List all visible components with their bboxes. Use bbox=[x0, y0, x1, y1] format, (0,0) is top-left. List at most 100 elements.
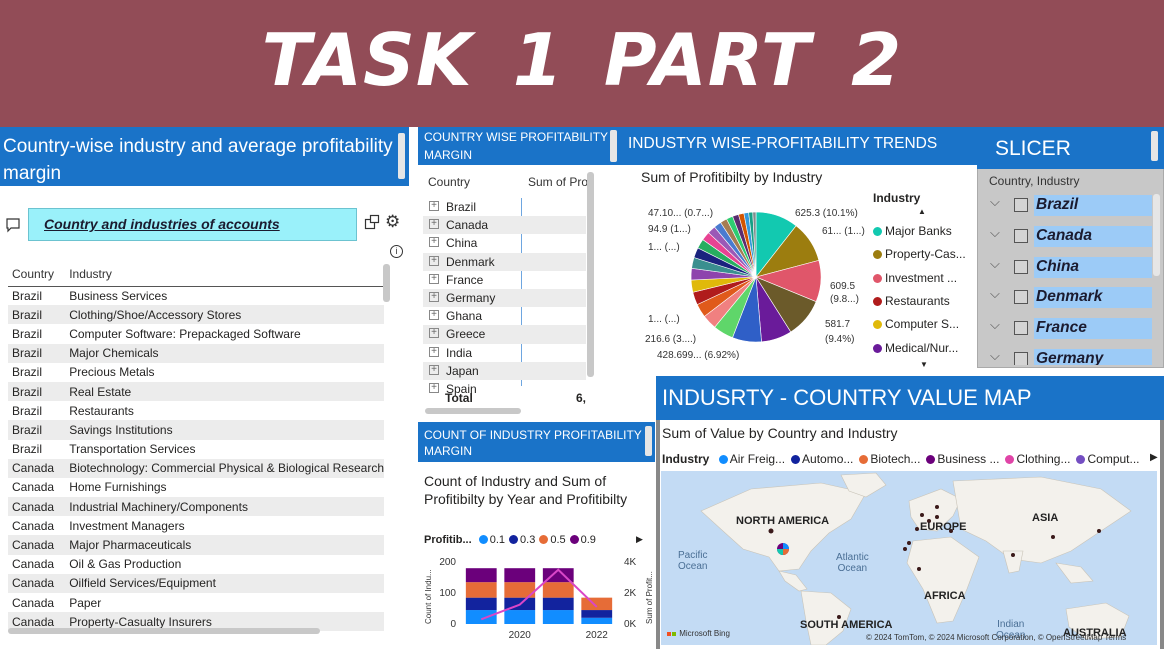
map-resize-edge-left[interactable] bbox=[656, 420, 660, 649]
pie-legend-item[interactable]: Major Banks bbox=[873, 224, 973, 238]
pie-legend-item[interactable]: Investment ... bbox=[873, 271, 973, 285]
matrix-vertical-scrollbar[interactable] bbox=[587, 172, 594, 377]
bar-segment[interactable] bbox=[465, 582, 497, 598]
column-header-country[interactable]: Country bbox=[8, 262, 66, 287]
slicer-checkbox[interactable] bbox=[1014, 321, 1028, 336]
table-row[interactable]: Canada Home Furnishings bbox=[8, 478, 384, 497]
matrix-row[interactable]: + Ghana bbox=[423, 307, 586, 325]
expand-icon[interactable]: + bbox=[429, 364, 439, 375]
bar-segment[interactable] bbox=[542, 610, 574, 624]
combo-legend-item[interactable]: 0.9 bbox=[566, 534, 596, 546]
world-map[interactable]: NORTH AMERICA EUROPE ASIA AFRICA SOUTH A… bbox=[661, 471, 1157, 645]
pie-legend-item[interactable]: Restaurants bbox=[873, 294, 973, 308]
pie-legend-item[interactable]: Medical/Nur... bbox=[873, 341, 973, 355]
bar-segment[interactable] bbox=[542, 597, 574, 611]
comment-icon[interactable] bbox=[5, 217, 21, 233]
combo-header-scrollbar[interactable] bbox=[645, 426, 652, 456]
expand-icon[interactable]: + bbox=[429, 310, 439, 321]
matrix-row[interactable]: + Japan bbox=[423, 361, 586, 380]
legend-next-arrow-icon[interactable]: ▶ bbox=[636, 534, 643, 545]
matrix-row[interactable]: + Denmark bbox=[423, 252, 586, 271]
slicer-item-germany[interactable]: ⌵ Germany bbox=[982, 346, 1154, 365]
slicer-checkbox[interactable] bbox=[1014, 198, 1028, 212]
slicer-header-scrollbar[interactable] bbox=[1151, 131, 1158, 161]
legend-up-arrow-icon[interactable]: ▲ bbox=[918, 207, 926, 216]
slicer-checkbox[interactable] bbox=[1014, 228, 1028, 243]
matrix-row[interactable]: + China bbox=[423, 234, 586, 252]
focus-mode-icon[interactable] bbox=[364, 214, 380, 230]
matrix-header-scrollbar[interactable] bbox=[610, 130, 617, 162]
expand-icon[interactable]: + bbox=[429, 237, 439, 248]
matrix-row[interactable]: + India bbox=[423, 344, 586, 362]
bar-segment[interactable] bbox=[504, 568, 536, 583]
table-row[interactable]: Canada Oil & Gas Production bbox=[8, 555, 384, 574]
combo-legend-item[interactable]: 0.3 bbox=[505, 534, 535, 546]
table-row[interactable]: Brazil Computer Software: Prepackaged Sof… bbox=[8, 324, 384, 343]
combo-legend-item[interactable]: 0.5 bbox=[535, 534, 566, 546]
table-row[interactable]: Canada Investment Managers bbox=[8, 516, 384, 535]
matrix-row[interactable]: + Greece bbox=[423, 325, 586, 344]
expand-icon[interactable]: + bbox=[429, 383, 439, 393]
slicer-item-france[interactable]: ⌵ France bbox=[982, 315, 1154, 346]
table-row[interactable]: Brazil Transportation Services bbox=[8, 440, 384, 459]
map-legend-next-arrow-icon[interactable]: ▶ bbox=[1150, 452, 1158, 463]
column-header-country[interactable]: Country bbox=[428, 175, 470, 189]
table-row[interactable]: Canada Oilfield Services/Equipment bbox=[8, 573, 384, 593]
slicer-item-canada[interactable]: ⌵ Canada bbox=[982, 223, 1154, 254]
table-row[interactable]: Brazil Clothing/Shoe/Accessory Stores bbox=[8, 305, 384, 325]
map-resize-edge-right[interactable] bbox=[1160, 420, 1164, 649]
map-legend-item[interactable]: Clothing... bbox=[999, 452, 1070, 466]
expand-icon[interactable]: + bbox=[429, 328, 439, 339]
bar-segment[interactable] bbox=[581, 597, 613, 611]
slicer-item-china[interactable]: ⌵ China bbox=[982, 254, 1154, 285]
chevron-down-icon[interactable]: ⌵ bbox=[990, 317, 1000, 333]
chevron-down-icon[interactable]: ⌵ bbox=[990, 348, 1000, 364]
bar-segment[interactable] bbox=[504, 610, 536, 624]
table-header-scrollbar[interactable] bbox=[398, 133, 405, 179]
table-row[interactable]: Brazil Precious Metals bbox=[8, 363, 384, 382]
map-legend-item[interactable]: Business ... bbox=[920, 452, 999, 466]
table-row[interactable]: Canada Major Pharmaceuticals bbox=[8, 535, 384, 555]
matrix-row[interactable]: + France bbox=[423, 271, 586, 289]
map-legend-item[interactable]: Comput... bbox=[1070, 452, 1140, 466]
table-vertical-scrollbar[interactable] bbox=[383, 264, 390, 302]
table-row[interactable]: Brazil Real Estate bbox=[8, 381, 384, 402]
matrix-row[interactable]: + Brazil bbox=[423, 198, 586, 216]
legend-down-arrow-icon[interactable]: ▼ bbox=[920, 360, 928, 369]
chevron-down-icon[interactable]: ⌵ bbox=[990, 225, 1000, 241]
combo-legend-item[interactable]: 0.1 bbox=[475, 534, 505, 546]
expand-icon[interactable]: + bbox=[429, 346, 439, 357]
bar-segment[interactable] bbox=[581, 610, 613, 618]
map-legend-item[interactable]: Automo... bbox=[785, 452, 853, 466]
table-row[interactable]: Brazil Major Chemicals bbox=[8, 343, 384, 363]
map-legend-item[interactable]: Air Freig... bbox=[713, 452, 785, 466]
info-icon[interactable]: i bbox=[390, 245, 403, 258]
bar-segment[interactable] bbox=[465, 568, 497, 583]
table-row[interactable]: Canada Biotechnology: Commercial Physical… bbox=[8, 458, 384, 478]
pie-legend-item[interactable]: Property-Cas... bbox=[873, 247, 973, 261]
matrix-row[interactable]: + Canada bbox=[423, 216, 586, 235]
chevron-down-icon[interactable]: ⌵ bbox=[990, 286, 1000, 302]
matrix-horizontal-scrollbar[interactable] bbox=[425, 408, 521, 414]
map-legend-item[interactable]: Biotech... bbox=[853, 452, 920, 466]
expand-icon[interactable]: + bbox=[429, 273, 439, 284]
pie-legend-item[interactable]: Computer S... bbox=[873, 317, 973, 331]
slicer-checkbox[interactable] bbox=[1014, 259, 1028, 274]
table-row[interactable]: Brazil Restaurants bbox=[8, 401, 384, 420]
table-horizontal-scrollbar[interactable] bbox=[8, 628, 320, 634]
slicer-checkbox[interactable] bbox=[1014, 290, 1028, 305]
slicer-scrollbar[interactable] bbox=[1153, 194, 1160, 276]
table-row[interactable]: Canada Paper bbox=[8, 593, 384, 612]
table-row[interactable]: Brazil Business Services bbox=[8, 286, 384, 305]
bar-segment[interactable] bbox=[465, 597, 497, 611]
matrix-row[interactable]: + Germany bbox=[423, 289, 586, 308]
expand-icon[interactable]: + bbox=[429, 292, 439, 302]
smart-narrative-text[interactable]: Country and industries of accounts bbox=[28, 208, 357, 241]
slicer-checkbox[interactable] bbox=[1014, 352, 1028, 365]
expand-icon[interactable]: + bbox=[429, 255, 439, 266]
profit-line[interactable] bbox=[480, 568, 598, 621]
expand-icon[interactable]: + bbox=[429, 219, 439, 230]
table-row[interactable]: Canada Industrial Machinery/Components bbox=[8, 497, 384, 517]
gear-icon[interactable]: ⚙ bbox=[385, 213, 403, 231]
bar-segment[interactable] bbox=[465, 610, 497, 624]
